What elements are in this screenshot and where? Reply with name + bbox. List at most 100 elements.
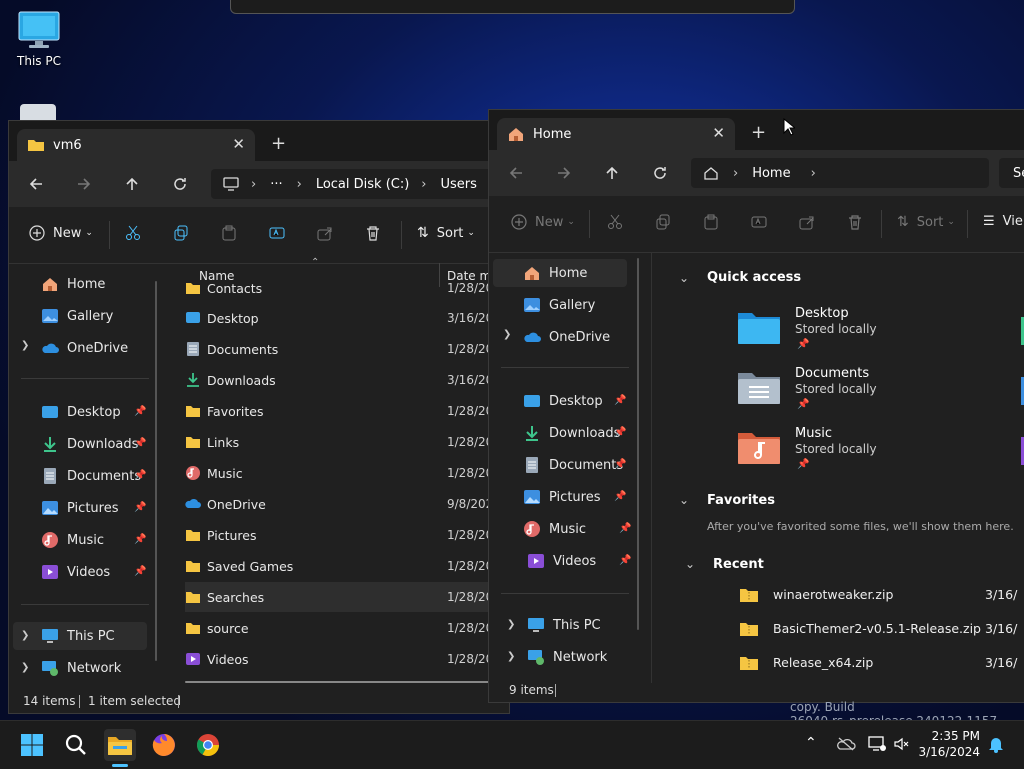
desktop-icon-this-pc[interactable]: This PC: [0, 10, 78, 68]
show-hidden-icons-chevron-icon[interactable]: ⌃: [805, 735, 817, 751]
up-icon[interactable]: [599, 160, 625, 186]
quick-access-name[interactable]: Music: [795, 426, 832, 441]
collapse-chevron-icon[interactable]: ⌄: [685, 557, 695, 571]
list-item[interactable]: source 1/28/202: [185, 613, 505, 643]
sidebar-item-videos[interactable]: Videos: [41, 558, 110, 586]
sidebar-item-documents[interactable]: Documents: [41, 462, 141, 490]
sidebar-item-network[interactable]: Network: [41, 654, 121, 682]
list-item[interactable]: winaerotweaker.zip 3/16/: [739, 583, 1024, 607]
share-icon[interactable]: [799, 214, 815, 230]
sidebar-item-network[interactable]: Network: [527, 643, 607, 671]
list-item[interactable]: OneDrive 9/8/2023: [185, 489, 505, 519]
copy-icon[interactable]: [173, 225, 189, 241]
list-item[interactable]: Release_x64.zip 3/16/: [739, 651, 1024, 675]
nav-scrollbar[interactable]: [637, 258, 639, 630]
copy-icon[interactable]: [655, 214, 671, 230]
desktop-folder-icon[interactable]: [737, 309, 781, 345]
collapse-chevron-icon[interactable]: ⌄: [679, 271, 689, 285]
forward-icon[interactable]: [551, 160, 577, 186]
list-item[interactable]: Pictures 1/28/202: [185, 520, 505, 550]
sidebar-item-onedrive[interactable]: OneDrive: [523, 323, 610, 351]
pin-icon[interactable]: 📌: [619, 555, 631, 566]
file-explorer-taskbar-icon[interactable]: [104, 729, 136, 767]
list-item[interactable]: Documents 1/28/202: [185, 334, 505, 364]
expand-chevron-icon[interactable]: ❯: [503, 329, 511, 340]
pane-divider[interactable]: [651, 253, 652, 683]
close-tab-icon[interactable]: ✕: [712, 124, 725, 142]
sidebar-item-videos[interactable]: Videos: [527, 547, 596, 575]
cut-icon[interactable]: [125, 225, 141, 241]
pin-icon[interactable]: 📌: [614, 459, 626, 470]
expand-chevron-icon[interactable]: ❯: [21, 662, 29, 673]
list-item[interactable]: Desktop 3/16/202: [185, 303, 505, 333]
rename-icon[interactable]: [751, 214, 767, 230]
sidebar-item-music[interactable]: Music: [41, 526, 104, 554]
back-icon[interactable]: [503, 160, 529, 186]
tab-home[interactable]: Home ✕: [497, 118, 735, 150]
sidebar-item-pictures[interactable]: Pictures: [523, 483, 600, 511]
list-item[interactable]: Downloads 3/16/202: [185, 365, 505, 395]
search-box[interactable]: Se: [999, 158, 1024, 188]
delete-icon[interactable]: [847, 214, 863, 230]
recent-heading[interactable]: Recent: [713, 557, 764, 572]
sidebar-item-downloads[interactable]: Downloads: [523, 419, 620, 447]
address-bar[interactable]: › ··· › Local Disk (C:) › Users: [211, 169, 509, 199]
sidebar-item-gallery[interactable]: Gallery: [523, 291, 595, 319]
nav-scrollbar[interactable]: [155, 281, 157, 661]
new-tab-icon[interactable]: +: [271, 133, 286, 154]
pin-icon[interactable]: 📌: [134, 534, 146, 545]
paste-icon[interactable]: [221, 225, 237, 241]
list-item[interactable]: Links 1/28/202: [185, 427, 505, 457]
paste-icon[interactable]: [703, 214, 719, 230]
volume-muted-icon[interactable]: [894, 737, 910, 751]
pin-icon[interactable]: 📌: [134, 406, 146, 417]
refresh-icon[interactable]: [167, 171, 193, 197]
forward-icon[interactable]: [71, 171, 97, 197]
sidebar-item-desktop[interactable]: Desktop: [523, 387, 603, 415]
favorites-heading[interactable]: Favorites: [707, 493, 775, 508]
breadcrumb-home[interactable]: Home: [752, 166, 790, 181]
sidebar-item-desktop[interactable]: Desktop: [41, 398, 121, 426]
address-bar[interactable]: › Home ›: [691, 158, 989, 188]
list-item[interactable]: Favorites 1/28/202: [185, 396, 505, 426]
rename-icon[interactable]: [269, 225, 285, 241]
sidebar-item-downloads[interactable]: Downloads: [41, 430, 138, 458]
expand-chevron-icon[interactable]: ❯: [21, 630, 29, 641]
tab-vm6[interactable]: vm6 ✕: [17, 129, 255, 161]
pin-icon[interactable]: 📌: [614, 427, 626, 438]
new-button[interactable]: New ⌄: [511, 214, 575, 230]
quick-access-name[interactable]: Desktop: [795, 306, 849, 321]
list-item[interactable]: Videos 1/28/2024: [185, 644, 509, 674]
expand-chevron-icon[interactable]: ❯: [21, 340, 29, 351]
pin-icon[interactable]: 📌: [619, 523, 631, 534]
clock[interactable]: 2:35 PM 3/16/2024: [918, 728, 980, 760]
sidebar-item-home[interactable]: Home: [493, 259, 627, 287]
pin-icon[interactable]: 📌: [614, 491, 626, 502]
pin-icon[interactable]: 📌: [134, 438, 146, 449]
sidebar-item-pictures[interactable]: Pictures: [41, 494, 118, 522]
pin-icon[interactable]: 📌: [614, 395, 626, 406]
chrome-icon[interactable]: [192, 729, 224, 761]
up-icon[interactable]: [119, 171, 145, 197]
list-item[interactable]: Music 1/28/202: [185, 458, 505, 488]
delete-icon[interactable]: [365, 225, 381, 241]
list-item[interactable]: Contacts 1/28/20: [185, 281, 505, 303]
notification-bell-icon[interactable]: [988, 735, 1004, 753]
onedrive-offline-icon[interactable]: [836, 737, 856, 751]
quick-access-name[interactable]: Documents: [795, 366, 869, 381]
search-icon[interactable]: [60, 729, 92, 761]
refresh-icon[interactable]: [647, 160, 673, 186]
view-button[interactable]: ☰ Vie: [983, 214, 1023, 229]
new-button[interactable]: New ⌄: [29, 225, 93, 241]
breadcrumb-local-disk[interactable]: Local Disk (C:): [316, 177, 409, 192]
list-item[interactable]: BasicThemer2-v0.5.1-Release.zip 3/16/: [739, 617, 1024, 641]
sidebar-item-music[interactable]: Music: [523, 515, 586, 543]
pin-icon[interactable]: 📌: [134, 566, 146, 577]
sidebar-item-documents[interactable]: Documents: [523, 451, 623, 479]
sort-button[interactable]: ⇅ Sort ⌄: [897, 214, 955, 230]
more-icon[interactable]: ···: [270, 177, 282, 192]
sidebar-item-this-pc[interactable]: This PC: [13, 622, 147, 650]
sidebar-item-onedrive[interactable]: OneDrive: [41, 334, 128, 362]
quick-access-heading[interactable]: Quick access: [707, 270, 801, 285]
horizontal-scrollbar[interactable]: [185, 681, 495, 683]
